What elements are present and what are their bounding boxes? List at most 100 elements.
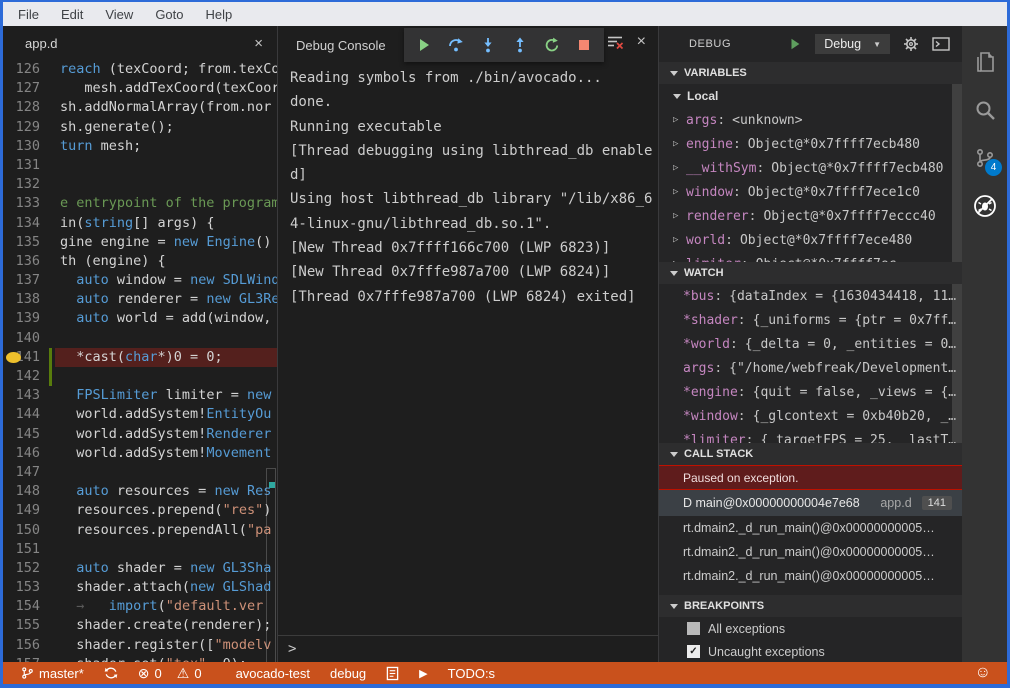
code-line-129[interactable]: 129sh.generate();	[3, 118, 277, 137]
restart-button[interactable]	[539, 32, 565, 58]
run-task-item[interactable]: ▶	[413, 662, 433, 684]
code-line-127[interactable]: 127 mesh.addTexCoord(texCoor	[3, 79, 277, 98]
twisty-icon[interactable]: ▷	[673, 139, 686, 149]
debug-config-item[interactable]: debug	[324, 662, 372, 684]
section-variables[interactable]: VARIABLES	[659, 62, 962, 84]
breakpoint-checkbox[interactable]: ✓	[687, 645, 700, 658]
line-number[interactable]: 148	[3, 482, 49, 501]
section-breakpoints[interactable]: BREAKPOINTS	[659, 595, 962, 617]
code-line-151[interactable]: 151	[3, 540, 277, 559]
log-item[interactable]	[380, 662, 405, 684]
watch-row[interactable]: *bus:{dataIndex = {1630434418, 11…	[659, 284, 962, 308]
activity-debug[interactable]	[962, 182, 1007, 230]
code-line-135[interactable]: 135gine engine = new Engine()	[3, 233, 277, 252]
twisty-icon[interactable]: ▷	[673, 187, 686, 197]
watch-row[interactable]: *engine:{quit = false, _views = {…	[659, 380, 962, 404]
twisty-icon[interactable]: ▷	[673, 211, 686, 221]
code-line-155[interactable]: 155 shader.create(renderer);	[3, 616, 277, 635]
line-number[interactable]: 139	[3, 309, 49, 328]
variables-scrollbar[interactable]	[952, 84, 962, 262]
line-number[interactable]: 154	[3, 597, 49, 616]
twisty-icon[interactable]: ▷	[673, 115, 686, 125]
continue-button[interactable]	[411, 32, 437, 58]
stack-frame[interactable]: rt.dmain2._d_run_main()@0x00000000005…	[659, 516, 962, 540]
twisty-icon[interactable]: ▷	[673, 259, 686, 262]
code-line-139[interactable]: 139 auto world = add(window,	[3, 309, 277, 328]
line-number[interactable]: 157	[3, 655, 49, 662]
todo-item[interactable]: TODO:s	[442, 662, 501, 684]
code-line-136[interactable]: 136th (engine) {	[3, 252, 277, 271]
variable-row[interactable]: ▷args:<unknown>	[659, 108, 962, 132]
step-over-button[interactable]	[443, 32, 469, 58]
step-into-button[interactable]	[475, 32, 501, 58]
line-number[interactable]: 155	[3, 616, 49, 635]
twisty-icon[interactable]: ▷	[673, 235, 686, 245]
start-debug-icon[interactable]	[788, 37, 802, 51]
variable-row[interactable]: ▷window:Object@*0x7ffff7ece1c0	[659, 180, 962, 204]
line-number[interactable]: 132	[3, 175, 49, 194]
line-number[interactable]: 131	[3, 156, 49, 175]
watch-row[interactable]: *window:{_glcontext = 0xb40b20, _…	[659, 404, 962, 428]
variable-row[interactable]: ▷renderer:Object@*0x7ffff7eccc40	[659, 204, 962, 228]
tab-close-icon[interactable]: ×	[254, 36, 263, 51]
code-line-154[interactable]: 154 → import("default.ver	[3, 597, 277, 616]
menu-item-view[interactable]: View	[94, 7, 144, 22]
variable-row[interactable]: ▷limiter:Object@*0x7ffff7ec…	[659, 252, 962, 262]
line-number[interactable]: 147	[3, 463, 49, 482]
editor-scrollbar[interactable]	[266, 60, 277, 662]
breakpoint-row[interactable]: ✓Uncaught exceptions	[659, 640, 962, 662]
line-number[interactable]: 143	[3, 386, 49, 405]
code-line-148[interactable]: 148 auto resources = new Res	[3, 482, 277, 501]
breakpoint-checkbox[interactable]	[687, 622, 700, 635]
stack-frame[interactable]: rt.dmain2._d_run_main()@0x00000000005…	[659, 540, 962, 564]
line-number[interactable]: 142	[3, 367, 49, 386]
activity-source-control[interactable]: 4	[962, 134, 1007, 182]
code-line-140[interactable]: 140	[3, 329, 277, 348]
menu-item-edit[interactable]: Edit	[50, 7, 94, 22]
line-number[interactable]: 130	[3, 137, 49, 156]
clear-console-button[interactable]	[606, 34, 624, 50]
feedback-smiley-icon[interactable]: ☺	[975, 664, 995, 682]
variable-row[interactable]: ▷__withSym:Object@*0x7ffff7ecb480	[659, 156, 962, 180]
activity-search[interactable]	[962, 86, 1007, 134]
step-out-button[interactable]	[507, 32, 533, 58]
code-line-157[interactable]: 157 shader.set("tex", 0);	[3, 655, 277, 662]
menu-item-file[interactable]: File	[7, 7, 50, 22]
watch-row[interactable]: args:{"/home/webfreak/Development…	[659, 356, 962, 380]
code-line-149[interactable]: 149 resources.prepend("res")	[3, 501, 277, 520]
line-number[interactable]: 149	[3, 501, 49, 520]
line-number[interactable]: 134	[3, 214, 49, 233]
variable-row[interactable]: ▷world:Object@*0x7ffff7ece480	[659, 228, 962, 252]
variable-row[interactable]: ▷engine:Object@*0x7ffff7ecb480	[659, 132, 962, 156]
line-number[interactable]: 126	[3, 60, 49, 79]
errors-item[interactable]: ⊗ 0 ⚠ 0	[132, 662, 208, 684]
line-number[interactable]: 151	[3, 540, 49, 559]
watch-row[interactable]: *shader:{_uniforms = {ptr = 0x7ff…	[659, 308, 962, 332]
code-line-153[interactable]: 153 shader.attach(new GLShad	[3, 578, 277, 597]
code-line-141[interactable]: 141 *cast(char*)0 = 0;	[3, 348, 277, 367]
stop-button[interactable]	[571, 32, 597, 58]
code-line-156[interactable]: 156 shader.register(["modelv	[3, 636, 277, 655]
breakpoint-current-dot[interactable]	[6, 352, 21, 363]
breakpoint-row[interactable]: All exceptions	[659, 617, 962, 640]
line-number[interactable]: 140	[3, 329, 49, 348]
code-line-147[interactable]: 147	[3, 463, 277, 482]
menu-item-goto[interactable]: Goto	[144, 7, 194, 22]
sync-button[interactable]	[98, 662, 124, 684]
code-line-128[interactable]: 128sh.addNormalArray(from.nor	[3, 98, 277, 117]
gear-icon[interactable]	[903, 36, 919, 52]
folder-item[interactable]: avocado-test	[230, 662, 316, 684]
code-line-134[interactable]: 134in(string[] args) {	[3, 214, 277, 233]
code-line-145[interactable]: 145 world.addSystem!Renderer	[3, 425, 277, 444]
code-line-126[interactable]: 126reach (texCoord; from.texCo	[3, 60, 277, 79]
line-number[interactable]: 153	[3, 578, 49, 597]
code-editor[interactable]: 126reach (texCoord; from.texCo127 mesh.a…	[3, 60, 277, 662]
watch-row[interactable]: *limiter:{_targetFPS = 25, _lastT…	[659, 428, 962, 443]
code-line-143[interactable]: 143 FPSLimiter limiter = new	[3, 386, 277, 405]
tab-app-d[interactable]: app.d ×	[3, 26, 277, 60]
code-line-133[interactable]: 133e entrypoint of the program	[3, 194, 277, 213]
code-line-150[interactable]: 150 resources.prependAll("pa	[3, 521, 277, 540]
open-console-icon[interactable]	[932, 37, 950, 51]
section-watch[interactable]: WATCH	[659, 262, 962, 284]
scope-local[interactable]: Local	[659, 84, 962, 108]
